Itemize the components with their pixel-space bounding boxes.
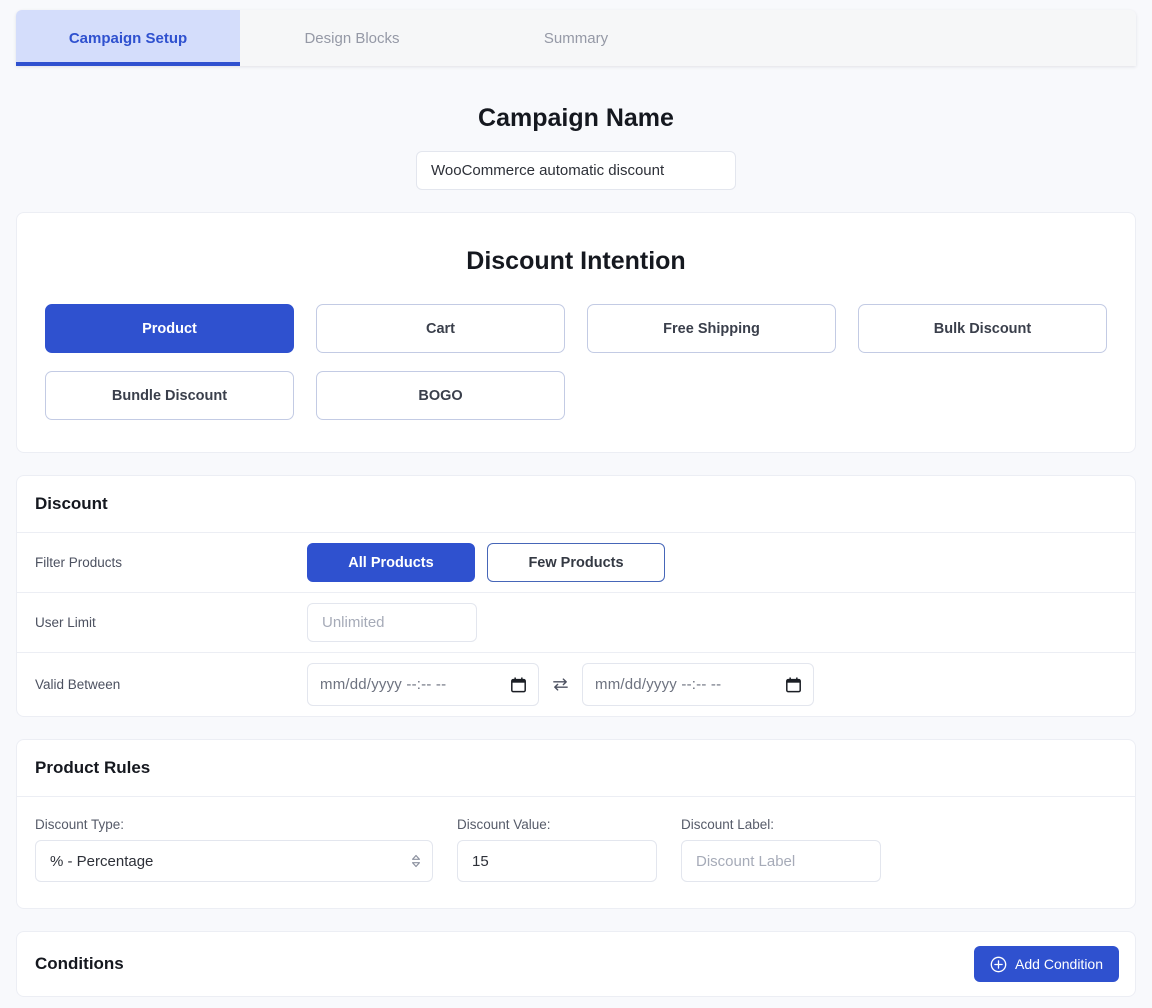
valid-between-row: Valid Between mm/dd/yyyy --:-- -- mm/dd/ [17,653,1135,716]
tab-summary-label: Summary [543,29,609,47]
valid-from-datetime-input[interactable]: mm/dd/yyyy --:-- -- [307,663,539,706]
intention-option-free-shipping[interactable]: Free Shipping [587,304,836,353]
discount-intention-options: Product Cart Free Shipping Bulk Discount… [45,304,1107,420]
intention-option-bulk-discount[interactable]: Bulk Discount [858,304,1107,353]
user-limit-controls [307,603,477,642]
product-rules-body: Discount Type: % - Percentage Discount V… [17,797,1135,908]
add-condition-label: Add Condition [1015,956,1103,972]
discount-section-heading: Discount [17,476,1135,533]
filter-few-products-button[interactable]: Few Products [487,543,665,582]
discount-type-select-wrap: % - Percentage [35,840,433,882]
intention-option-free-shipping-label: Free Shipping [663,320,760,337]
intention-option-bogo[interactable]: BOGO [316,371,565,420]
discount-intention-card: Discount Intention Product Cart Free Shi… [16,212,1136,453]
discount-value-field: Discount Value: [457,817,657,882]
discount-card: Discount Filter Products All Products Fe… [16,475,1136,717]
conditions-card: Conditions Add Condition [16,931,1136,997]
filter-few-products-label: Few Products [528,554,624,571]
filter-all-products-label: All Products [348,554,434,571]
filter-products-controls: All Products Few Products [307,543,665,582]
product-rules-card: Product Rules Discount Type: % - Percent… [16,739,1136,909]
intention-option-bundle-discount[interactable]: Bundle Discount [45,371,294,420]
page-body: Campaign Name Discount Intention Product… [0,66,1152,997]
intention-option-bulk-discount-label: Bulk Discount [933,320,1032,337]
valid-to-datetime-text: mm/dd/yyyy --:-- -- [595,676,722,693]
valid-to-datetime-input[interactable]: mm/dd/yyyy --:-- -- [582,663,814,706]
user-limit-input[interactable] [307,603,477,642]
valid-between-label: Valid Between [35,677,121,692]
discount-type-field: Discount Type: % - Percentage [35,817,433,882]
product-rules-heading: Product Rules [17,740,1135,797]
intention-option-bogo-label: BOGO [418,387,463,404]
campaign-name-input[interactable] [416,151,736,190]
user-limit-label: User Limit [35,615,96,630]
discount-type-label: Discount Type: [35,817,125,832]
add-condition-button[interactable]: Add Condition [974,946,1119,982]
page-title: Campaign Name [478,104,674,132]
filter-products-label: Filter Products [35,555,123,570]
intention-option-cart[interactable]: Cart [316,304,565,353]
intention-option-product-label: Product [142,320,197,337]
tab-design-blocks[interactable]: Design Blocks [240,10,464,66]
discount-label-label: Discount Label: [681,817,775,832]
filter-products-row: Filter Products All Products Few Product… [17,533,1135,593]
campaign-name-section: Campaign Name [16,66,1136,190]
valid-from-datetime-text: mm/dd/yyyy --:-- -- [320,676,447,693]
discount-value-label: Discount Value: [457,817,551,832]
tab-summary[interactable]: Summary [464,10,688,66]
filter-all-products-button[interactable]: All Products [307,543,475,582]
conditions-header: Conditions Add Condition [17,932,1135,996]
calendar-icon [786,677,801,692]
discount-value-input[interactable] [457,840,657,882]
discount-intention-heading: Discount Intention [466,247,686,275]
tab-design-blocks-label: Design Blocks [304,29,400,47]
conditions-heading: Conditions [35,954,124,973]
intention-option-cart-label: Cart [425,320,455,337]
circle-plus-icon [990,956,1007,972]
tab-campaign-setup[interactable]: Campaign Setup [16,10,240,66]
intention-option-bundle-discount-label: Bundle Discount [111,387,228,404]
discount-type-value: % - Percentage [50,852,154,870]
swap-arrows-icon[interactable] [551,675,570,694]
discount-label-field: Discount Label: [681,817,881,882]
discount-label-input[interactable] [681,840,881,882]
calendar-icon [511,677,526,692]
tab-campaign-setup-label: Campaign Setup [68,29,188,47]
wizard-tabbar: Campaign Setup Design Blocks Summary [16,10,1136,66]
user-limit-row: User Limit [17,593,1135,653]
valid-between-controls: mm/dd/yyyy --:-- -- mm/dd/yyyy --:-- -- [307,663,814,706]
intention-option-product[interactable]: Product [45,304,294,353]
discount-type-select[interactable]: % - Percentage [35,840,433,882]
